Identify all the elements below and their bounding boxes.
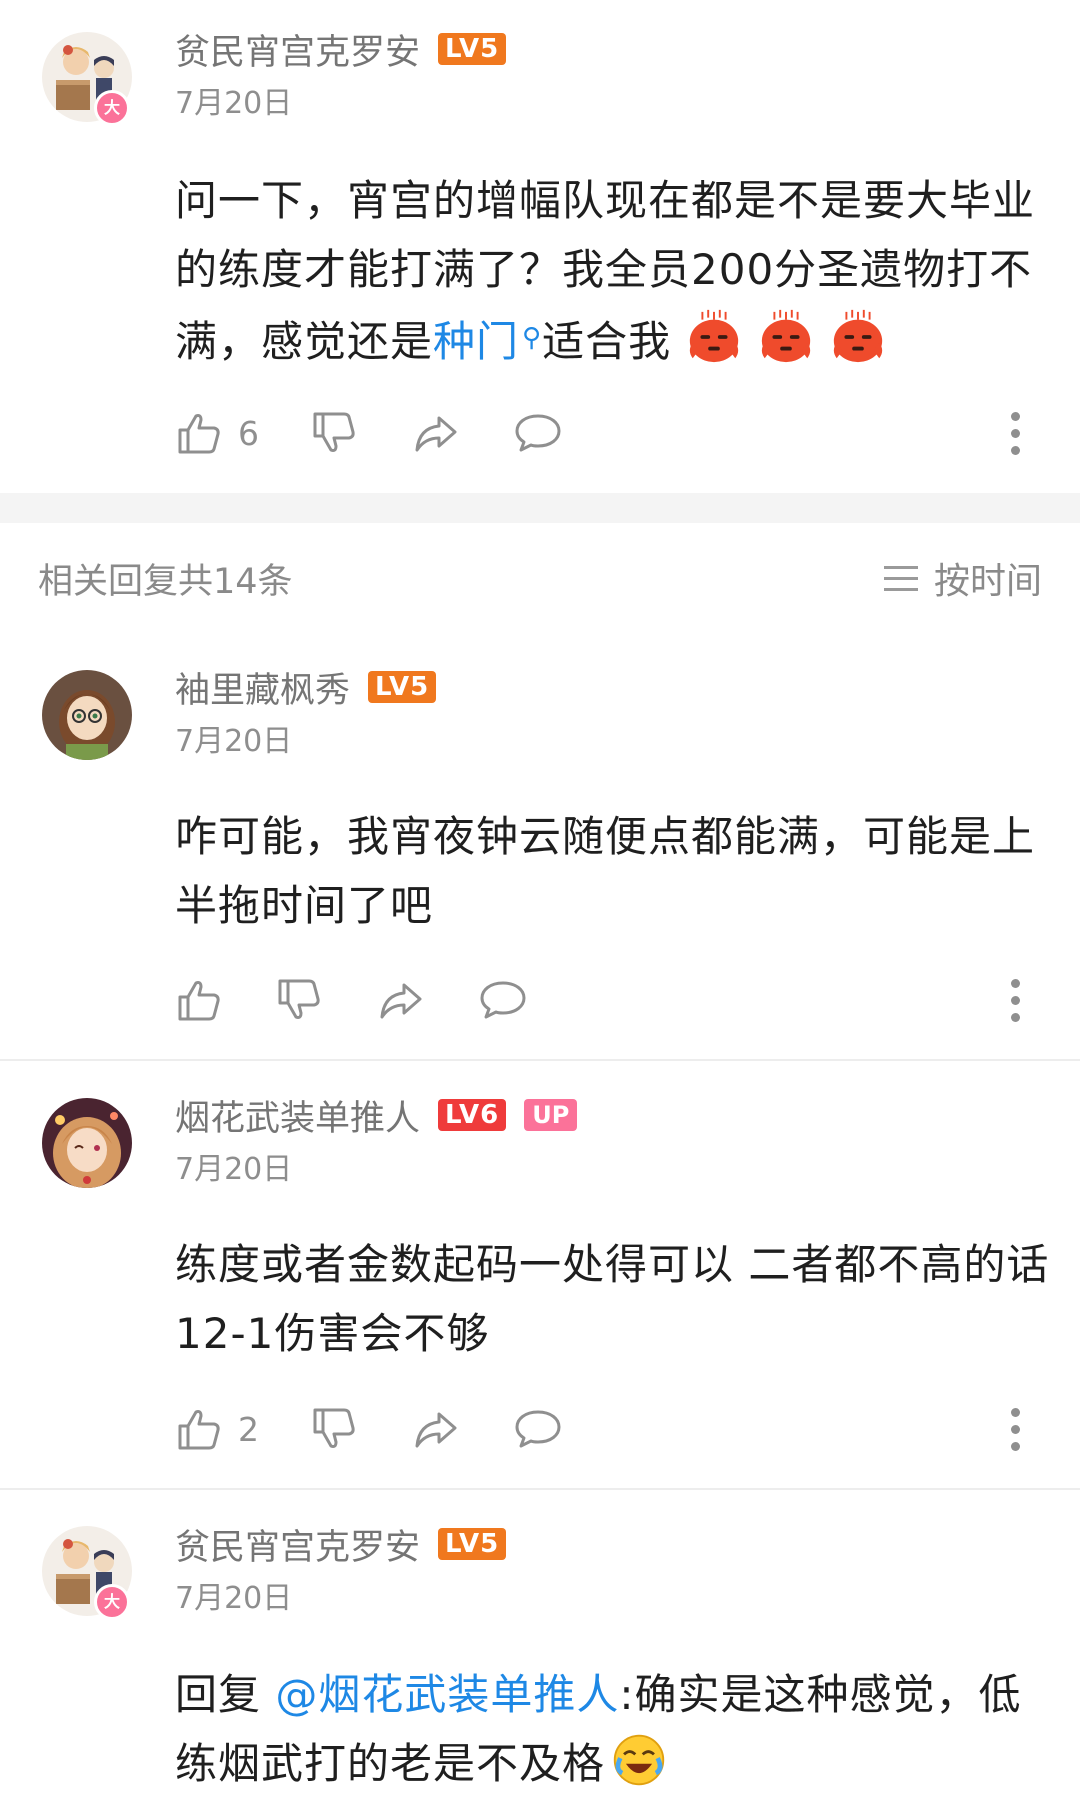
- like-button[interactable]: 2: [174, 1404, 259, 1454]
- divider: [0, 1488, 1080, 1490]
- avatar[interactable]: 大: [42, 32, 132, 126]
- like-button[interactable]: [174, 975, 224, 1025]
- comment-actions: 2: [170, 1399, 1060, 1459]
- reply-button[interactable]: [513, 408, 563, 458]
- level-badge: LV5: [438, 33, 507, 65]
- more-button[interactable]: [1008, 1407, 1022, 1451]
- comment-text: 问一下，宵宫的增幅队现在都是不是要大毕业的练度才能打满了？我全员200分圣遗物打…: [175, 166, 1055, 376]
- comment-icon: [480, 981, 526, 1019]
- replies-header: 相关回复共14条 按时间: [38, 548, 1042, 608]
- reply-button[interactable]: [513, 1404, 563, 1454]
- thumbs-up-icon: [178, 1410, 220, 1450]
- level-badge: LV6: [438, 1099, 507, 1131]
- level-badge: LV5: [368, 671, 437, 703]
- more-button[interactable]: [1008, 978, 1022, 1022]
- avatar[interactable]: 大: [42, 1526, 132, 1620]
- more-vertical-icon: [1010, 978, 1020, 988]
- more-vertical-icon: [1010, 411, 1020, 421]
- comment-icon: [515, 1410, 561, 1448]
- share-icon: [380, 983, 422, 1019]
- comment-date: 7月20日: [175, 724, 293, 759]
- more-vertical-icon: [1010, 1407, 1020, 1417]
- sort-lines-icon: [883, 565, 918, 591]
- up-tag: UP: [524, 1099, 578, 1131]
- username[interactable]: 袖里藏枫秀: [175, 662, 350, 713]
- share-icon: [415, 1412, 457, 1448]
- red-blob-emoji: [833, 309, 883, 363]
- comment-actions: [170, 970, 1060, 1030]
- comment-text: 练度或者金数起码一处得可以 二者都不高的话12-1伤害会不够: [175, 1240, 1050, 1358]
- dislike-button[interactable]: [309, 408, 359, 458]
- avatar-badge: 大: [94, 1584, 130, 1620]
- topic-link[interactable]: 种门: [433, 317, 519, 366]
- avatar[interactable]: [42, 670, 132, 760]
- thumbs-down-icon: [278, 979, 320, 1019]
- like-count: 6: [238, 413, 259, 453]
- share-icon: [415, 416, 457, 452]
- share-button[interactable]: [411, 1404, 461, 1454]
- username[interactable]: 贫民宵宫克罗安: [175, 1519, 420, 1570]
- comment-text-part: 适合我: [542, 317, 672, 366]
- comment-icon: [515, 414, 561, 452]
- comment-actions: 6: [170, 403, 1060, 463]
- thumbs-down-icon: [313, 412, 355, 452]
- like-count: 2: [238, 1409, 259, 1449]
- laughing-crying-emoji: [613, 1734, 665, 1786]
- comment-date: 7月20日: [175, 1581, 293, 1616]
- red-blob-emoji: [689, 309, 739, 363]
- thumbs-down-icon: [313, 1408, 355, 1448]
- reply-button[interactable]: [478, 975, 528, 1025]
- username[interactable]: 烟花武装单推人: [175, 1090, 420, 1141]
- sort-button[interactable]: 按时间: [883, 552, 1042, 604]
- thumbs-up-icon: [178, 414, 220, 454]
- dislike-button[interactable]: [309, 1404, 359, 1454]
- like-button[interactable]: 6: [174, 408, 259, 458]
- avatar-badge: 大: [94, 90, 130, 126]
- search-icon: ⚲: [522, 323, 543, 353]
- replies-count: 相关回复共14条: [38, 561, 293, 602]
- more-button[interactable]: [1008, 411, 1022, 455]
- comment-text: 回复 @烟花武装单推人:确实是这种感觉，低练烟武打的老是不及格: [175, 1660, 1055, 1798]
- comment-date: 7月20日: [175, 86, 293, 121]
- dislike-button[interactable]: [274, 975, 324, 1025]
- share-button[interactable]: [411, 408, 461, 458]
- level-badge: LV5: [438, 1528, 507, 1560]
- section-divider: [0, 493, 1080, 523]
- share-button[interactable]: [376, 975, 426, 1025]
- reply-prefix: 回复: [175, 1670, 276, 1719]
- divider: [0, 1059, 1080, 1061]
- red-blob-emoji: [761, 309, 811, 363]
- username[interactable]: 贫民宵宫克罗安: [175, 24, 420, 75]
- sort-label: 按时间: [933, 561, 1042, 602]
- avatar[interactable]: [42, 1098, 132, 1188]
- comment-date: 7月20日: [175, 1152, 293, 1187]
- user-mention-link[interactable]: @烟花武装单推人: [275, 1670, 619, 1719]
- thumbs-up-icon: [178, 981, 220, 1021]
- comment-text: 咋可能，我宵夜钟云随便点都能满，可能是上半拖时间了吧: [175, 812, 1036, 930]
